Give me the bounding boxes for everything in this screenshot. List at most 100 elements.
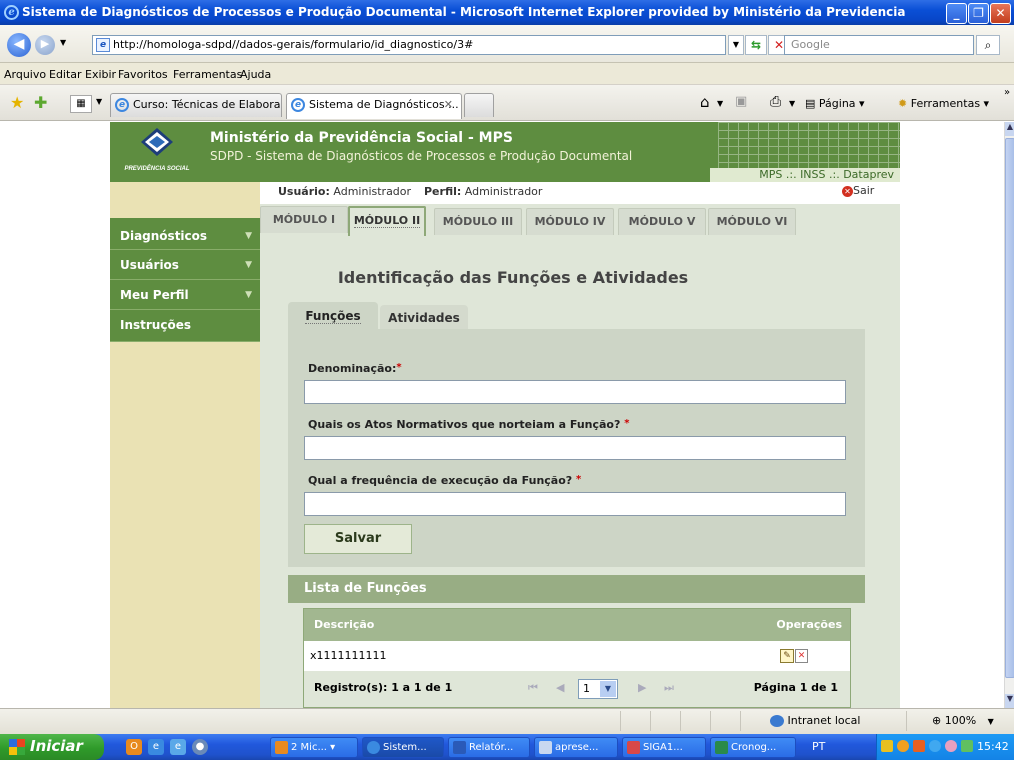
- new-tab-button[interactable]: [464, 93, 494, 117]
- back-button[interactable]: ◀: [7, 33, 31, 57]
- column-descricao: Descrição: [314, 618, 375, 631]
- logout-link[interactable]: ✕ Sair: [842, 184, 874, 197]
- minimize-button[interactable]: _: [946, 3, 967, 24]
- gear-icon: ✹: [898, 97, 908, 110]
- menu-editar[interactable]: Editar: [49, 68, 82, 81]
- frequencia-input[interactable]: [304, 492, 846, 516]
- scroll-thumb[interactable]: [1005, 138, 1014, 678]
- menu-favoritos[interactable]: Favoritos: [118, 68, 168, 81]
- task-cronograma[interactable]: Cronog...: [710, 737, 796, 758]
- browser-tab-sistema[interactable]: e Sistema de Diagnósticos ... ✕: [286, 93, 462, 119]
- page-menu[interactable]: ▤ Página ▾: [805, 97, 865, 110]
- browser-tab-bar: ★ ✚ ▦ ▼ e Curso: Técnicas de Elaboraç...…: [0, 85, 1014, 121]
- next-page-icon[interactable]: ▶: [638, 671, 646, 705]
- presentation-icon: [539, 741, 552, 754]
- denominacao-label: Denominação:*: [308, 362, 402, 375]
- list-header: Lista de Funções: [288, 575, 865, 603]
- quicklaunch-ie-icon[interactable]: e: [148, 739, 164, 755]
- search-icon[interactable]: ⌕: [976, 35, 1000, 55]
- toolbar-overflow-icon[interactable]: »: [1004, 87, 1010, 98]
- menu-arquivo[interactable]: Arquivo: [4, 68, 46, 81]
- menu-exibir[interactable]: Exibir: [85, 68, 116, 81]
- feeds-icon[interactable]: ▣: [735, 94, 747, 109]
- atos-normativos-input[interactable]: [304, 436, 846, 460]
- task-siga[interactable]: SIGA1...: [622, 737, 706, 758]
- forward-button[interactable]: ▶: [35, 35, 55, 55]
- spreadsheet-icon: [715, 741, 728, 754]
- page-scrollbar[interactable]: ▲ ▼: [1004, 122, 1014, 708]
- browser-tab-curso[interactable]: e Curso: Técnicas de Elaboraç...: [110, 93, 282, 117]
- language-indicator[interactable]: PT: [812, 740, 825, 753]
- last-page-icon[interactable]: ⏭: [664, 671, 674, 705]
- maximize-button[interactable]: ❐: [968, 3, 989, 24]
- quicklaunch-browser-icon[interactable]: e: [170, 739, 186, 755]
- column-operacoes: Operações: [776, 618, 842, 631]
- task-relatorio[interactable]: Relatór...: [448, 737, 530, 758]
- tab-modulo-6[interactable]: MÓDULO VI: [708, 208, 796, 235]
- taskbar: Iniciar O e e ● 2 Mic... ▾ Sistem... Rel…: [0, 734, 1014, 760]
- close-tab-icon[interactable]: ✕: [444, 94, 453, 116]
- task-apresentacao[interactable]: aprese...: [534, 737, 618, 758]
- ie-icon: e: [4, 5, 19, 20]
- tab-modulo-4[interactable]: MÓDULO IV: [526, 208, 614, 235]
- sidebar-item-diagnosticos[interactable]: Diagnósticos ▼: [110, 218, 260, 250]
- network-icon[interactable]: [881, 740, 893, 752]
- refresh-icon[interactable]: ⇆: [745, 35, 767, 55]
- menu-ajuda[interactable]: Ajuda: [240, 68, 271, 81]
- task-sistema[interactable]: Sistem...: [362, 737, 444, 758]
- menu-ferramentas[interactable]: Ferramentas: [173, 68, 242, 81]
- prev-page-icon[interactable]: ◀: [556, 671, 564, 705]
- ie-icon: e: [115, 98, 129, 112]
- page-icon: ▤: [805, 97, 816, 110]
- quicklaunch-media-icon[interactable]: ●: [192, 739, 208, 755]
- home-dropdown-icon[interactable]: ▼: [717, 99, 723, 108]
- start-button[interactable]: Iniciar: [0, 734, 104, 760]
- tab-modulo-3[interactable]: MÓDULO III: [434, 208, 522, 235]
- close-window-button[interactable]: ✕: [990, 3, 1011, 24]
- table-pager: Registro(s): 1 a 1 de 1 ⏮ ◀ 1 ▼ ▶ ⏭ Pági…: [304, 671, 850, 707]
- print-dropdown-icon[interactable]: ▼: [789, 99, 795, 108]
- tab-modulo-5[interactable]: MÓDULO V: [618, 208, 706, 235]
- profile-info: Perfil: Administrador: [424, 185, 543, 198]
- address-dropdown-icon[interactable]: ▼: [728, 35, 744, 55]
- security-icon[interactable]: [897, 740, 909, 752]
- update-icon[interactable]: [961, 740, 973, 752]
- system-tray: 15:42: [876, 734, 1014, 760]
- header-links[interactable]: MPS .:. INSS .:. Dataprev: [710, 168, 900, 182]
- history-dropdown-icon[interactable]: ▼: [60, 38, 66, 47]
- quicklaunch-outlook-icon[interactable]: O: [126, 739, 142, 755]
- scroll-up-icon[interactable]: ▲: [1005, 122, 1014, 136]
- scroll-down-icon[interactable]: ▼: [1005, 694, 1014, 708]
- print-icon[interactable]: ⎙: [770, 94, 781, 110]
- home-icon[interactable]: ⌂: [700, 93, 710, 111]
- first-page-icon[interactable]: ⏮: [528, 671, 538, 705]
- tab-modulo-1[interactable]: MÓDULO I: [260, 206, 348, 233]
- page-select[interactable]: 1 ▼: [578, 679, 618, 699]
- add-favorite-icon[interactable]: ✚: [34, 95, 47, 111]
- zoom-icon: ⊕: [932, 714, 942, 727]
- quick-tabs-icon[interactable]: ▦: [70, 95, 92, 113]
- table-header: Descrição Operações: [304, 609, 850, 641]
- tab-modulo-2[interactable]: MÓDULO II: [348, 206, 426, 236]
- zoom-control[interactable]: ⊕ 100% ▼: [932, 714, 994, 727]
- header-pattern: [718, 122, 900, 168]
- tab-list-dropdown-icon[interactable]: ▼: [96, 97, 102, 106]
- tab-atividades[interactable]: Atividades: [380, 305, 468, 332]
- search-input[interactable]: Google: [784, 35, 974, 55]
- delete-icon[interactable]: ✕: [795, 649, 808, 663]
- save-button[interactable]: Salvar: [304, 524, 412, 554]
- address-input[interactable]: e http://homologa-sdpd//dados-gerais/for…: [92, 35, 726, 55]
- denominacao-input[interactable]: [304, 380, 846, 404]
- edit-icon[interactable]: ✎: [780, 649, 794, 663]
- sidebar: Diagnósticos ▼ Usuários ▼ Meu Perfil ▼ Inst…: [110, 182, 260, 708]
- status-bar: Intranet local ⊕ 100% ▼: [0, 708, 1014, 734]
- atos-normativos-label: Quais os Atos Normativos que norteiam a …: [308, 418, 630, 431]
- connection-icon[interactable]: [929, 740, 941, 752]
- tools-menu[interactable]: ✹ Ferramentas ▾: [898, 97, 989, 110]
- page-title: Identificação das Funções e Atividades: [337, 268, 689, 287]
- favorites-star-icon[interactable]: ★: [10, 95, 24, 111]
- task-outlook[interactable]: 2 Mic... ▾: [270, 737, 358, 758]
- outlook-tray-icon[interactable]: [913, 740, 925, 752]
- sidebar-item-instrucoes[interactable]: Instruções: [110, 310, 260, 342]
- messenger-icon[interactable]: [945, 740, 957, 752]
